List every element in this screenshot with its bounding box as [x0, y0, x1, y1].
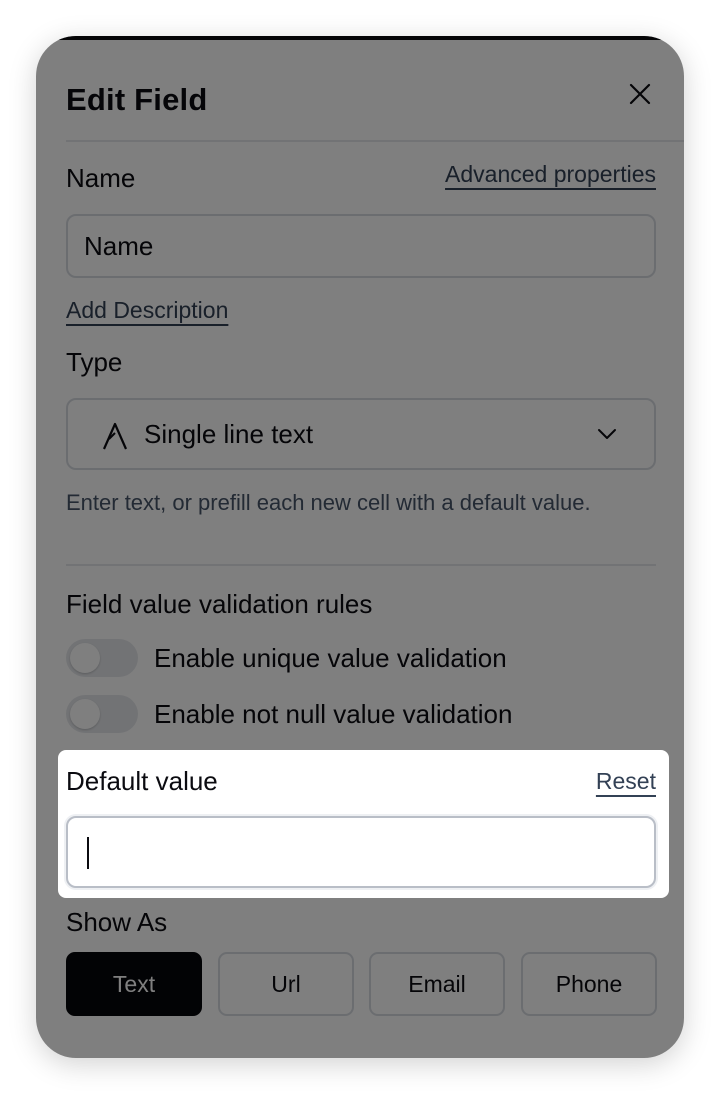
- field-type-select[interactable]: Single line text: [66, 398, 656, 470]
- show-as-email-button[interactable]: Email: [369, 952, 505, 1016]
- title-divider: [66, 140, 684, 142]
- dialog-panel: Edit Field Name Advanced properties Add …: [36, 36, 684, 1058]
- unique-validation-label: Enable unique value validation: [154, 643, 507, 673]
- default-value-section: Default value Reset: [58, 750, 669, 898]
- name-label: Name: [66, 163, 136, 193]
- add-description-link[interactable]: Add Description: [66, 297, 228, 324]
- default-value-input[interactable]: [66, 816, 656, 888]
- show-as-label: Show As: [66, 907, 168, 937]
- show-as-text-button[interactable]: Text: [66, 952, 202, 1016]
- default-value-label: Default value: [66, 766, 218, 796]
- validation-heading: Field value validation rules: [66, 589, 373, 619]
- advanced-properties-link[interactable]: Advanced properties: [445, 161, 656, 188]
- not-null-validation-toggle[interactable]: [66, 695, 138, 733]
- toggle-knob: [70, 699, 100, 729]
- not-null-validation-label: Enable not null value validation: [154, 699, 513, 729]
- text-caret: [87, 837, 89, 869]
- close-button[interactable]: [622, 76, 658, 112]
- name-input[interactable]: [66, 214, 656, 278]
- close-icon: [629, 83, 651, 105]
- edit-field-dialog: Edit Field Name Advanced properties Add …: [36, 36, 684, 1058]
- dialog-title: Edit Field: [66, 82, 208, 117]
- show-as-phone-button[interactable]: Phone: [521, 952, 657, 1016]
- reset-link[interactable]: Reset: [596, 768, 656, 795]
- text-type-icon: [102, 422, 128, 450]
- type-helper-text: Enter text, or prefill each new cell wit…: [66, 490, 591, 515]
- chevron-down-icon: [598, 429, 616, 439]
- section-divider: [66, 564, 656, 566]
- field-type-value: Single line text: [144, 419, 314, 449]
- toggle-knob: [70, 643, 100, 673]
- type-label: Type: [66, 347, 123, 377]
- show-as-url-button[interactable]: Url: [218, 952, 354, 1016]
- unique-validation-toggle[interactable]: [66, 639, 138, 677]
